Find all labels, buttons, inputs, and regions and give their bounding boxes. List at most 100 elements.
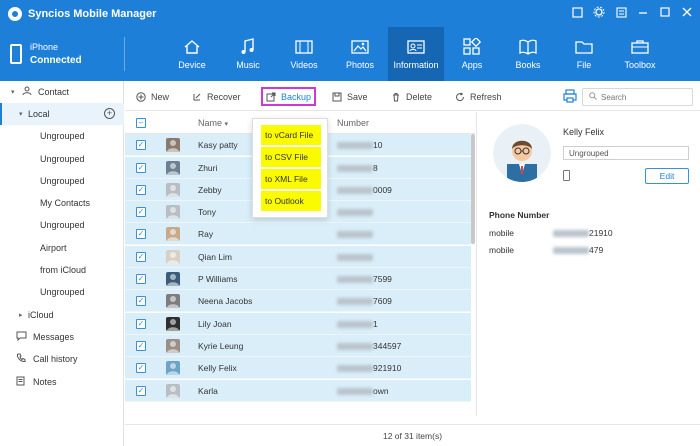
sidebar-icloud[interactable]: ▸ iCloud <box>0 304 124 326</box>
sidebar-local[interactable]: ▾ Local + <box>0 103 124 125</box>
film-icon <box>294 38 314 56</box>
contact-number-cell: 0009 <box>337 185 392 195</box>
refresh-button[interactable]: Refresh <box>455 89 502 104</box>
redacted-number <box>337 230 373 238</box>
settings-gear-icon[interactable] <box>592 5 606 19</box>
sidebar-group[interactable]: Ungrouped <box>0 214 124 236</box>
row-checkbox[interactable]: ✓ <box>136 385 146 396</box>
close-icon[interactable] <box>680 5 694 19</box>
sidebar-messages[interactable]: Messages <box>0 326 124 348</box>
menu-item-csv[interactable]: to CSV File <box>261 147 321 167</box>
nav-photos[interactable]: Photos <box>332 27 388 81</box>
contact-name-cell: Zebby <box>198 184 222 195</box>
table-row[interactable]: ✓ Kelly Felix 921910 <box>125 357 471 379</box>
sidebar-notes[interactable]: Notes <box>0 371 124 393</box>
delete-button[interactable]: Delete <box>391 89 432 104</box>
nav-apps[interactable]: Apps <box>444 27 500 81</box>
contact-thumbnail <box>166 383 180 398</box>
sidebar-group[interactable]: My Contacts <box>0 192 124 214</box>
nav-photos-label: Photos <box>345 60 375 70</box>
new-button[interactable]: New <box>136 89 169 104</box>
print-icon[interactable] <box>563 89 577 103</box>
sidebar-group-label: Ungrouped <box>40 176 85 186</box>
menu-item-vcard[interactable]: to vCard File <box>261 125 321 145</box>
nav-videos[interactable]: Videos <box>276 27 332 81</box>
collapse-arrow-icon[interactable]: ▾ <box>19 110 23 118</box>
window-mode-icon[interactable] <box>570 5 584 19</box>
sidebar-group[interactable]: Ungrouped <box>0 125 124 147</box>
contact-thumbnail <box>166 249 180 264</box>
column-number-header[interactable]: Number <box>337 118 369 128</box>
row-checkbox[interactable]: ✓ <box>136 206 146 217</box>
sidebar-group-label: Ungrouped <box>40 287 85 297</box>
sidebar-group[interactable]: Ungrouped <box>0 281 124 303</box>
row-checkbox[interactable]: ✓ <box>136 228 146 239</box>
table-row[interactable]: ✓ Karla own <box>125 380 471 402</box>
number-visible-part: 7599 <box>373 273 392 284</box>
main-nav: iPhone Connected Device Music Videos Pho… <box>0 27 700 81</box>
sidebar-group[interactable]: Ungrouped <box>0 170 124 192</box>
row-checkbox[interactable]: ✓ <box>136 251 146 262</box>
maximize-icon[interactable] <box>658 5 672 19</box>
nav-toolbox[interactable]: Toolbox <box>612 27 668 81</box>
add-group-icon[interactable]: + <box>104 108 115 119</box>
row-checkbox[interactable]: ✓ <box>136 295 146 306</box>
backup-button[interactable]: Backup <box>261 87 317 106</box>
row-checkbox[interactable]: ✓ <box>136 162 146 173</box>
phone-call-icon <box>16 353 26 365</box>
device-status: Connected <box>30 55 82 66</box>
row-checkbox[interactable]: ✓ <box>136 184 146 195</box>
search-box[interactable] <box>582 88 693 106</box>
search-input[interactable] <box>601 92 691 102</box>
recover-button[interactable]: Recover <box>192 89 241 104</box>
number-visible-part: 7609 <box>373 295 392 306</box>
nav-file-label: File <box>576 60 592 70</box>
app-title: Syncios Mobile Manager <box>28 7 157 20</box>
save-button[interactable]: Save <box>332 89 368 104</box>
redacted-number <box>337 297 373 305</box>
contact-number-cell: 7609 <box>337 296 392 306</box>
row-checkbox[interactable]: ✓ <box>136 318 146 329</box>
row-checkbox[interactable]: ✓ <box>136 139 146 150</box>
sidebar-group[interactable]: from iCloud <box>0 259 124 281</box>
sidebar-contact[interactable]: ▾ Contact <box>0 81 124 103</box>
sidebar-group[interactable]: Ungrouped <box>0 148 124 170</box>
table-row[interactable]: ✓ Neena Jacobs 7609 <box>125 290 471 312</box>
contact-number-cell: 344597 <box>337 341 401 351</box>
nav-apps-label: Apps <box>461 60 483 70</box>
select-all-checkbox[interactable]: – <box>136 118 146 128</box>
table-row[interactable]: ✓ P Williams 7599 <box>125 268 471 290</box>
sidebar-group-label: Ungrouped <box>40 154 85 164</box>
number-visible-part: 0009 <box>373 184 392 195</box>
row-checkbox[interactable]: ✓ <box>136 362 146 373</box>
row-checkbox[interactable]: ✓ <box>136 273 146 284</box>
nav-device-label: Device <box>178 60 206 70</box>
row-checkbox[interactable]: ✓ <box>136 340 146 351</box>
nav-file[interactable]: File <box>556 27 612 81</box>
edit-button[interactable]: Edit <box>645 168 689 184</box>
device-info[interactable]: iPhone Connected <box>0 27 124 81</box>
table-row[interactable]: ✓ Kyrie Leung 344597 <box>125 335 471 357</box>
nav-information[interactable]: Information <box>388 27 444 81</box>
sidebar-group[interactable]: Airport <box>0 237 124 259</box>
table-row[interactable]: ✓ Qian Lim <box>125 246 471 268</box>
contact-group-field[interactable]: Ungrouped <box>563 146 689 160</box>
minimize-icon[interactable] <box>636 5 650 19</box>
table-row[interactable]: ✓ Lily Joan 1 <box>125 313 471 335</box>
redacted-number <box>553 247 589 255</box>
nav-music[interactable]: Music <box>220 27 276 81</box>
menu-item-xml[interactable]: to XML File <box>261 169 321 189</box>
contact-number-cell: 8 <box>337 163 378 173</box>
menu-icon[interactable] <box>614 5 628 19</box>
menu-item-outlook[interactable]: to Outlook <box>261 191 321 211</box>
sidebar-call-history[interactable]: Call history <box>0 348 124 370</box>
nav-device[interactable]: Device <box>164 27 220 81</box>
column-name-header[interactable]: Name ▾ <box>198 118 228 128</box>
phone-icon <box>10 44 22 64</box>
expand-arrow-icon[interactable]: ▸ <box>19 311 23 319</box>
collapse-arrow-icon[interactable]: ▾ <box>11 88 15 96</box>
table-row[interactable]: ✓ Ray <box>125 223 471 245</box>
contact-avatar <box>493 124 551 182</box>
list-scrollbar[interactable] <box>471 134 475 244</box>
nav-books[interactable]: Books <box>500 27 556 81</box>
